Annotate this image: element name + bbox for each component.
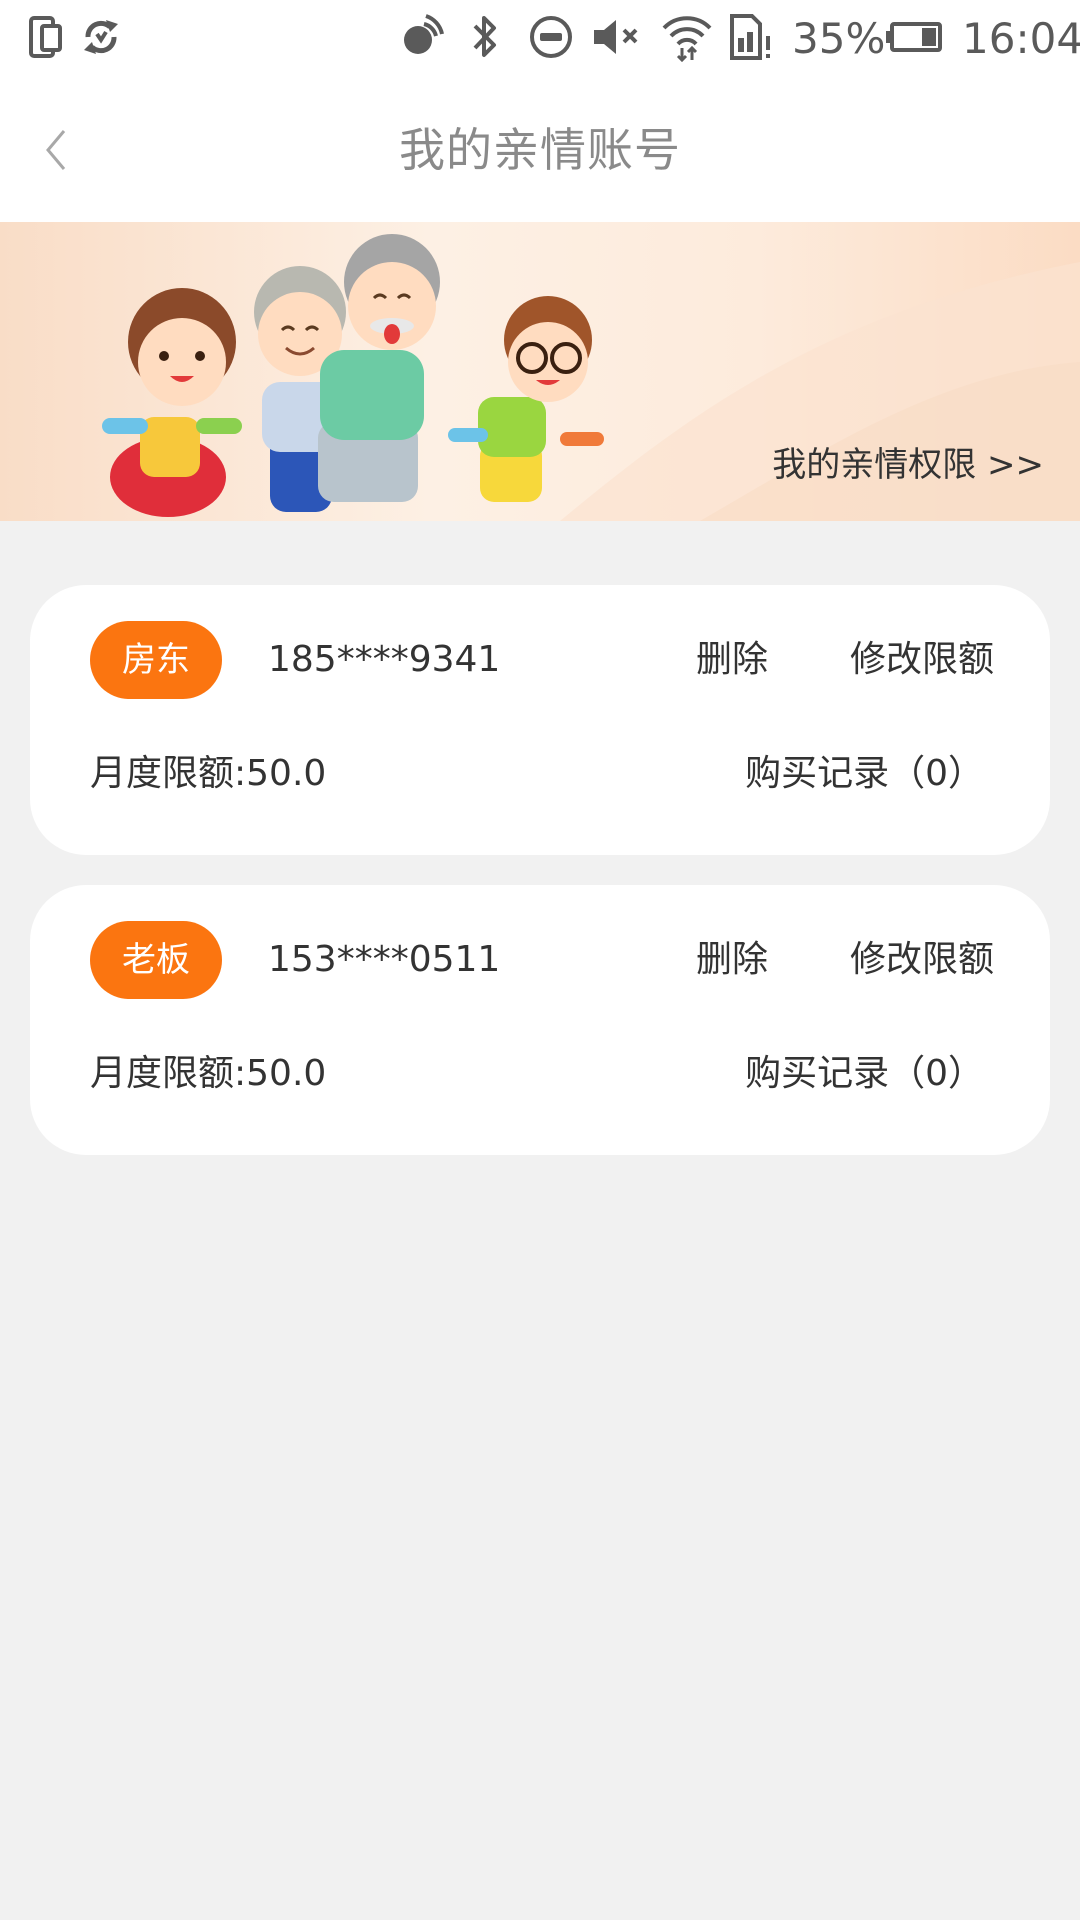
nav-bar: 我的亲情账号 [0, 78, 1080, 222]
battery-icon [886, 22, 942, 52]
account-tag: 老板 [90, 921, 222, 999]
sim-alert-icon [730, 14, 770, 60]
family-permission-link[interactable]: 我的亲情权限 >> [772, 442, 1044, 488]
account-card: 老板 153****0511 删除 修改限额 月度限额:50.0 购买记录（0） [30, 885, 1050, 1155]
nfc-icon [404, 14, 444, 54]
status-time: 16:04 [962, 14, 1080, 63]
edit-limit-button[interactable]: 修改限额 [850, 921, 994, 999]
account-phone: 153****0511 [268, 939, 501, 980]
monthly-limit: 月度限额:50.0 [90, 753, 327, 794]
account-card: 房东 185****9341 删除 修改限额 月度限额:50.0 购买记录（0） [30, 585, 1050, 855]
edit-limit-button[interactable]: 修改限额 [850, 621, 994, 699]
mute-icon [594, 20, 638, 54]
account-tag: 房东 [90, 621, 222, 699]
purchase-records-link[interactable]: 购买记录（0） [745, 735, 984, 813]
delete-button[interactable]: 删除 [696, 621, 768, 699]
chevron-left-icon [46, 130, 66, 170]
page-title: 我的亲情账号 [399, 123, 681, 177]
status-bar: 35% 16:04 [0, 0, 1080, 78]
account-phone: 185****9341 [268, 639, 501, 680]
sync-icon [84, 20, 118, 54]
purchase-records-link[interactable]: 购买记录（0） [745, 1035, 984, 1113]
bluetooth-icon [473, 16, 496, 57]
wifi-icon [662, 16, 712, 62]
do-not-disturb-icon [530, 16, 572, 58]
battery-percent: 35% [792, 14, 886, 63]
monthly-limit: 月度限额:50.0 [90, 1053, 327, 1094]
delete-button[interactable]: 删除 [696, 921, 768, 999]
family-banner[interactable]: 我的亲情权限 >> [0, 222, 1080, 521]
phone-screen-icon [29, 16, 62, 58]
back-button[interactable] [22, 112, 88, 188]
